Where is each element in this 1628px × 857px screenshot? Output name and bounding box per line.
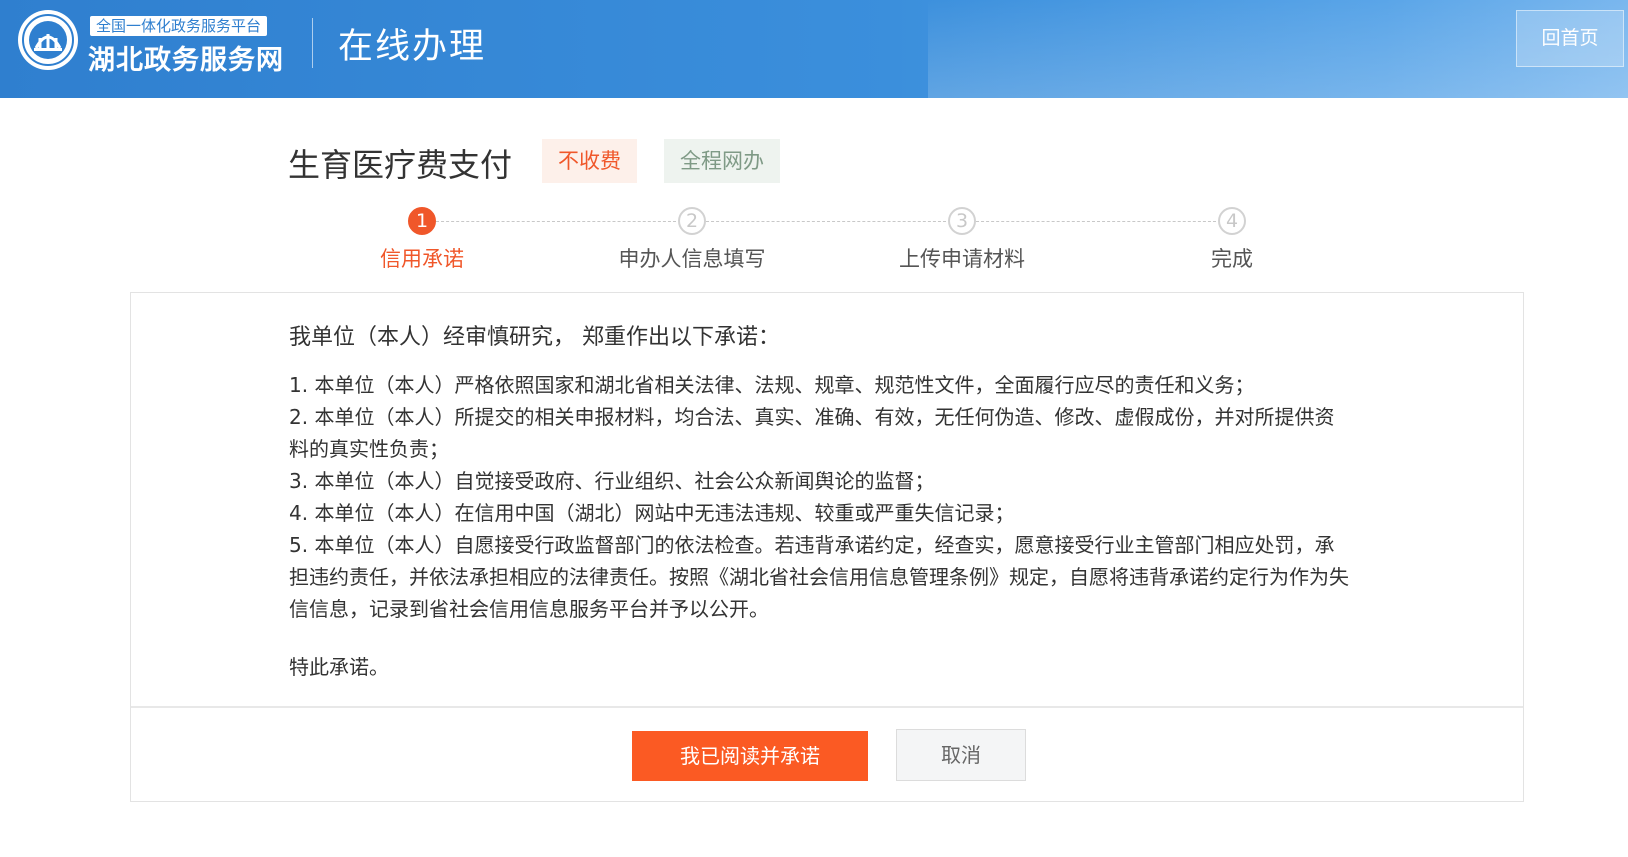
pledge-item: 5. 本单位（本人）自愿接受行政监督部门的依法检查。若违背承诺约定，经查实，愿意… (289, 533, 1349, 621)
step-2-number: 2 (678, 207, 706, 235)
pledge-closing: 特此承诺。 (289, 655, 389, 679)
platform-tag: 全国一体化政务服务平台 (90, 16, 268, 36)
site-name: 湖北政务服务网 (88, 45, 284, 76)
pledge-item: 1. 本单位（本人）严格依照国家和湖北省相关法律、法规、规章、规范性文件，全面履… (289, 373, 1255, 397)
cancel-button[interactable]: 取消 (896, 729, 1026, 781)
step-3-number: 3 (948, 207, 976, 235)
section-title: 在线办理 (338, 27, 487, 67)
pledge-item: 3. 本单位（本人）自觉接受政府、行业组织、社会公众新闻舆论的监督； (289, 469, 935, 493)
pledge-intro: 我单位（本人）经审慎研究， 郑重作出以下承诺： (289, 325, 780, 350)
step-4-number: 4 (1218, 207, 1246, 235)
online-badge: 全程网办 (664, 139, 780, 183)
progress-steps: 1 2 3 4 信用承诺 申办人信息填写 上传申请材料 完成 (0, 205, 1628, 275)
step-4-label: 完成 (1211, 247, 1253, 271)
agree-button[interactable]: 我已阅读并承诺 (632, 731, 868, 781)
pledge-item: 4. 本单位（本人）在信用中国（湖北）网站中无违法违规、较重或严重失信记录； (289, 501, 1015, 525)
header-divider (312, 18, 313, 68)
step-connector (706, 221, 946, 222)
pledge-item: 2. 本单位（本人）所提交的相关申报材料，均合法、真实、准确、有效，无任何伪造、… (289, 405, 1335, 461)
service-title: 生育医疗费支付 (288, 146, 513, 184)
card-divider (131, 706, 1523, 708)
top-header: 全国一体化政务服务平台 湖北政务服务网 在线办理 回首页 (0, 0, 1628, 98)
fee-badge: 不收费 (542, 139, 637, 183)
pledge-list: 1. 本单位（本人）严格依照国家和湖北省相关法律、法规、规章、规范性文件，全面履… (289, 369, 1349, 625)
step-1-number: 1 (408, 207, 436, 235)
step-1-label: 信用承诺 (380, 247, 464, 271)
step-connector (976, 221, 1216, 222)
government-emblem-icon (18, 10, 78, 70)
home-button[interactable]: 回首页 (1516, 10, 1624, 67)
step-2-label: 申办人信息填写 (618, 247, 766, 271)
step-connector (436, 221, 676, 222)
step-3-label: 上传申请材料 (899, 247, 1025, 271)
pledge-card: 我单位（本人）经审慎研究， 郑重作出以下承诺： 1. 本单位（本人）严格依照国家… (130, 292, 1524, 802)
